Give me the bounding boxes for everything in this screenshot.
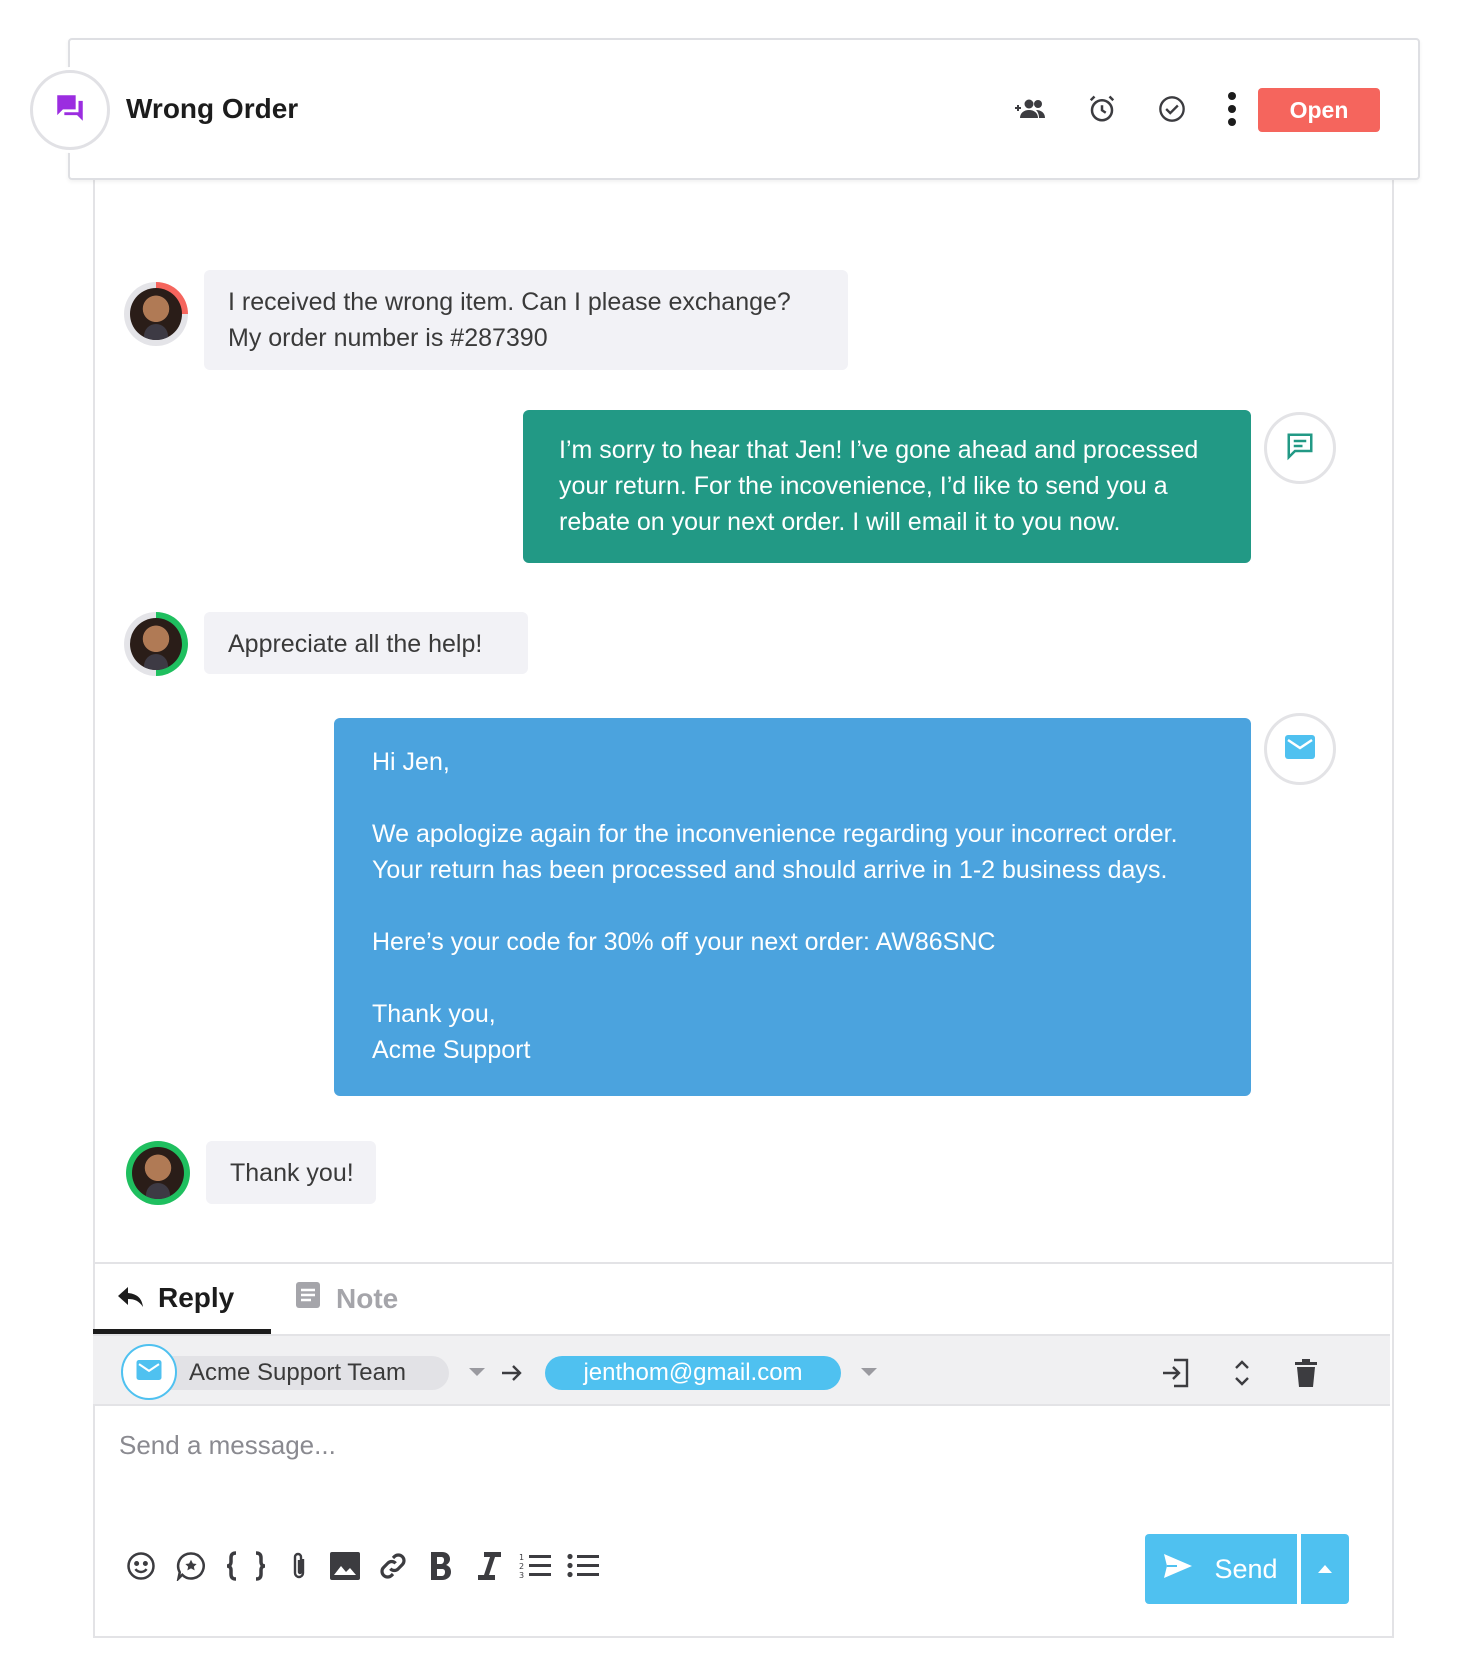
email-channel-selector[interactable]: [121, 1344, 177, 1400]
channel-badge: [30, 70, 110, 150]
attachment-icon[interactable]: [279, 1546, 319, 1586]
chat-icon: [53, 91, 87, 130]
send-icon: [1164, 1553, 1193, 1585]
customer-message: Appreciate all the help!: [204, 612, 528, 674]
message-input[interactable]: [93, 1408, 1390, 1518]
page-title: Wrong Order: [126, 93, 299, 124]
sticker-icon[interactable]: [171, 1546, 211, 1586]
chat-bubble-icon: [1285, 431, 1315, 466]
italic-icon[interactable]: [469, 1546, 509, 1586]
more-vert-icon[interactable]: [1215, 92, 1249, 126]
email-channel-badge: [1264, 713, 1336, 785]
reply-arrow-icon: [118, 1282, 144, 1314]
status-open-button[interactable]: Open: [1258, 88, 1380, 132]
bullet-list-icon[interactable]: [563, 1546, 603, 1586]
emoji-icon[interactable]: [121, 1546, 161, 1586]
bold-icon[interactable]: [421, 1546, 461, 1586]
reply-composer: Reply Note Acme Support Team jenthom@gma…: [93, 1262, 1394, 1638]
tab-note[interactable]: Note: [296, 1282, 398, 1315]
trash-icon[interactable]: [1289, 1356, 1323, 1390]
from-mailbox-select[interactable]: Acme Support Team: [129, 1356, 449, 1390]
from-dropdown-chevron-icon[interactable]: [469, 1368, 485, 1376]
link-icon[interactable]: [373, 1546, 413, 1586]
chat-channel-badge: [1264, 412, 1336, 484]
recipient-dropdown-chevron-icon[interactable]: [861, 1368, 877, 1376]
check-circle-icon[interactable]: [1155, 92, 1189, 126]
svg-text:2: 2: [519, 1562, 524, 1571]
email-icon: [1285, 734, 1315, 764]
numbered-list-icon[interactable]: 123: [515, 1546, 555, 1586]
customer-avatar: [126, 1141, 190, 1205]
recipient-email-chip[interactable]: jenthom@gmail.com: [545, 1356, 841, 1390]
note-icon: [296, 1282, 320, 1315]
customer-message: Thank you!: [206, 1141, 376, 1204]
tab-reply[interactable]: Reply: [118, 1282, 234, 1314]
expand-icon[interactable]: [1225, 1356, 1259, 1390]
send-button[interactable]: Send: [1145, 1534, 1297, 1604]
compose-addressing-bar: Acme Support Team jenthom@gmail.com: [93, 1334, 1390, 1406]
add-people-icon[interactable]: [1014, 92, 1048, 126]
email-icon: [136, 1359, 162, 1385]
customer-avatar: [124, 282, 188, 346]
agent-chat-message: I’m sorry to hear that Jen! I’ve gone ah…: [523, 410, 1251, 563]
svg-text:3: 3: [519, 1571, 524, 1580]
image-icon[interactable]: [325, 1546, 365, 1586]
customer-avatar: [124, 612, 188, 676]
sign-in-icon[interactable]: [1159, 1356, 1193, 1390]
customer-message: I received the wrong item. Can I please …: [204, 270, 848, 370]
send-options-chevron-icon[interactable]: [1301, 1534, 1349, 1604]
alarm-icon[interactable]: [1085, 92, 1119, 126]
agent-email-message: Hi Jen, We apologize again for the incon…: [334, 718, 1251, 1096]
arrow-right-icon: [495, 1356, 529, 1390]
template-braces-icon[interactable]: [221, 1546, 271, 1586]
svg-text:1: 1: [519, 1553, 524, 1562]
